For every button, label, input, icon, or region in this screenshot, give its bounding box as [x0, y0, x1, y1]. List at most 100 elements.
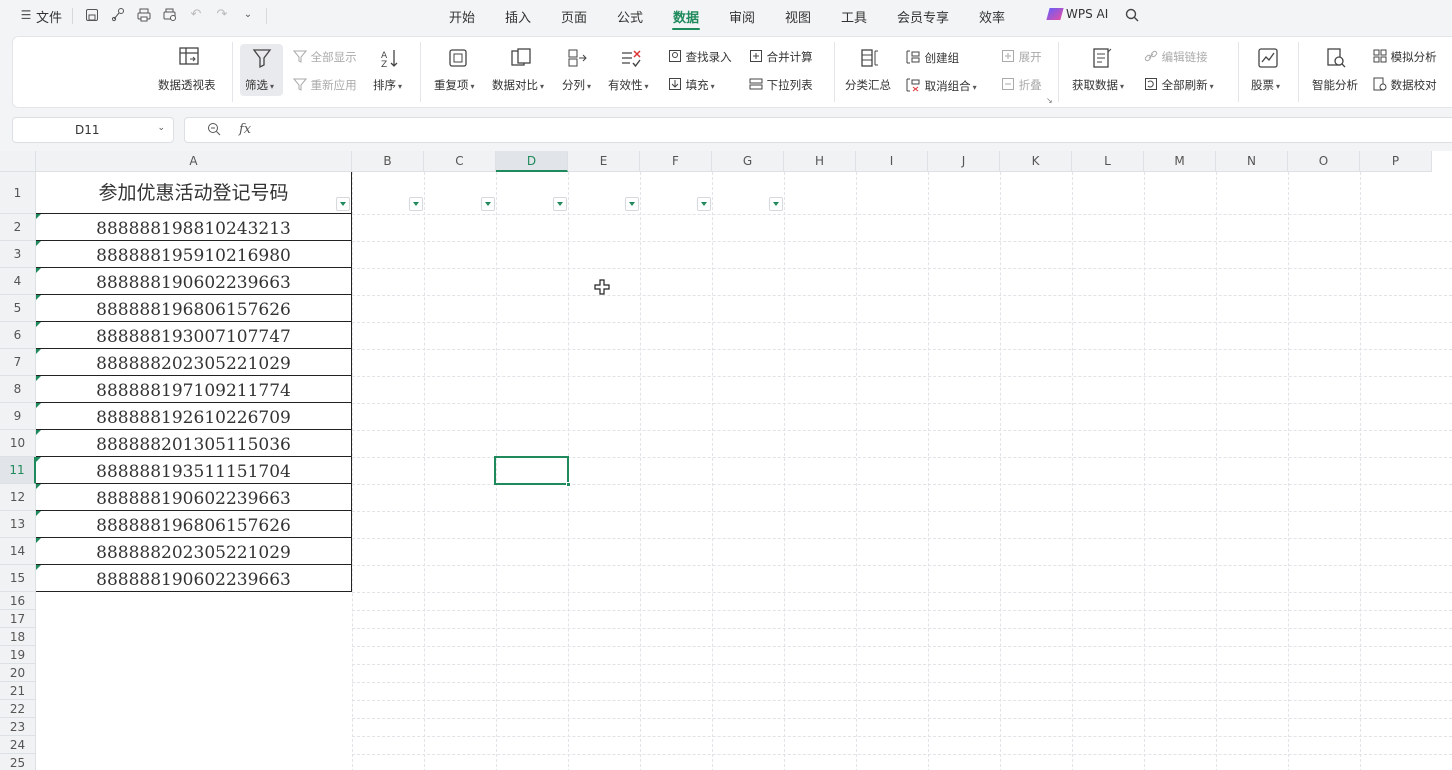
- pivot-table-label[interactable]: 数据透视表: [158, 77, 216, 93]
- row-header-21[interactable]: 21: [0, 682, 36, 700]
- row-header-11[interactable]: 11: [0, 457, 36, 484]
- filter-dropdown-f[interactable]: [697, 197, 711, 211]
- split-button[interactable]: [566, 47, 590, 71]
- column-header-a[interactable]: A: [36, 151, 352, 172]
- wps-ai-button[interactable]: WPS AI: [1046, 7, 1108, 21]
- cell-a6[interactable]: 888888193007107747: [36, 322, 352, 349]
- smart-analysis-button[interactable]: [1324, 47, 1348, 71]
- menu-member[interactable]: 会员专享: [897, 7, 949, 26]
- column-header-c[interactable]: C: [424, 151, 496, 172]
- search-icon[interactable]: [1124, 7, 1140, 23]
- sort-label[interactable]: 排序 ▾: [373, 77, 402, 93]
- row-header-23[interactable]: 23: [0, 718, 36, 736]
- cell-a9[interactable]: 888888192610226709: [36, 403, 352, 430]
- stocks-button[interactable]: [1256, 47, 1280, 71]
- selected-cell-d11[interactable]: [494, 456, 571, 487]
- column-header-k[interactable]: K: [1000, 151, 1072, 172]
- row-header-8[interactable]: 8: [0, 376, 36, 403]
- column-header-o[interactable]: O: [1288, 151, 1360, 172]
- cell-a5[interactable]: 888888196806157626: [36, 295, 352, 322]
- compare-button[interactable]: [509, 47, 533, 71]
- column-header-p[interactable]: P: [1360, 151, 1432, 172]
- row-header-5[interactable]: 5: [0, 295, 36, 322]
- column-header-b[interactable]: B: [352, 151, 424, 172]
- column-header-h[interactable]: H: [784, 151, 856, 172]
- create-group-button[interactable]: 创建组: [905, 49, 959, 66]
- filter-dropdown-c[interactable]: [481, 197, 495, 211]
- row-header-16[interactable]: 16: [0, 592, 36, 610]
- filter-dropdown-d[interactable]: [553, 197, 567, 211]
- group-settings-icon[interactable]: ↘: [1046, 96, 1053, 105]
- column-header-j[interactable]: J: [928, 151, 1000, 172]
- menu-insert[interactable]: 插入: [505, 7, 531, 26]
- undo-icon[interactable]: ↶: [188, 7, 204, 23]
- row-header-1[interactable]: 1: [0, 172, 36, 214]
- column-header-n[interactable]: N: [1216, 151, 1288, 172]
- cell-a13[interactable]: 888888196806157626: [36, 511, 352, 538]
- edit-links-button[interactable]: 编辑链接: [1144, 49, 1208, 65]
- worksheet-grid[interactable]: A B C D E F G H I J K L M N O P 1 2 3 4 5 6 7 8 9 10 11 12 13 14 15 16 1…: [0, 151, 1452, 770]
- dropdown-list-button[interactable]: 下拉列表: [749, 77, 813, 93]
- fill-button[interactable]: 填充 ▾: [668, 77, 715, 93]
- validity-button[interactable]: [619, 47, 643, 71]
- verify-button[interactable]: 数据校对: [1373, 77, 1437, 93]
- menu-start[interactable]: 开始: [449, 7, 475, 26]
- compare-label[interactable]: 数据对比 ▾: [492, 77, 544, 93]
- menu-view[interactable]: 视图: [785, 7, 811, 26]
- fill-handle[interactable]: [566, 482, 571, 487]
- column-header-f[interactable]: F: [640, 151, 712, 172]
- validity-label[interactable]: 有效性 ▾: [608, 77, 649, 93]
- split-label[interactable]: 分列 ▾: [562, 77, 591, 93]
- pivot-table-button[interactable]: [176, 45, 202, 75]
- row-header-15[interactable]: 15: [0, 565, 36, 592]
- filter-label[interactable]: 筛选 ▾: [245, 77, 274, 93]
- reapply-button[interactable]: 重新应用: [292, 77, 357, 93]
- chevron-down-icon[interactable]: ⌄: [157, 123, 165, 133]
- column-header-l[interactable]: L: [1072, 151, 1144, 172]
- cell-a2[interactable]: 888888198810243213: [36, 214, 352, 241]
- row-header-18[interactable]: 18: [0, 628, 36, 646]
- filter-dropdown-e[interactable]: [625, 197, 639, 211]
- row-header-2[interactable]: 2: [0, 214, 36, 241]
- cell-a4[interactable]: 888888190602239663: [36, 268, 352, 295]
- show-all-button[interactable]: 全部显示: [292, 49, 357, 65]
- zoom-icon[interactable]: [207, 122, 221, 140]
- name-box[interactable]: D11 ⌄: [12, 117, 174, 143]
- select-all-corner[interactable]: [0, 151, 36, 172]
- cell-a7[interactable]: 888888202305221029: [36, 349, 352, 376]
- cell-a11[interactable]: 888888193511151704: [36, 457, 352, 484]
- save-icon[interactable]: [84, 7, 100, 23]
- row-header-19[interactable]: 19: [0, 646, 36, 664]
- formula-bar[interactable]: fx: [184, 117, 1452, 143]
- row-header-22[interactable]: 22: [0, 700, 36, 718]
- smart-analysis-label[interactable]: 智能分析: [1312, 77, 1358, 93]
- duplicates-button[interactable]: [446, 47, 470, 71]
- cell-a12[interactable]: 888888190602239663: [36, 484, 352, 511]
- filter-dropdown-g[interactable]: [769, 197, 783, 211]
- ungroup-button[interactable]: 取消组合 ▾: [905, 77, 977, 94]
- menu-formula[interactable]: 公式: [617, 7, 643, 26]
- row-header-6[interactable]: 6: [0, 322, 36, 349]
- column-header-i[interactable]: I: [856, 151, 928, 172]
- row-header-3[interactable]: 3: [0, 241, 36, 268]
- cell-a15[interactable]: 888888190602239663: [36, 565, 352, 592]
- row-header-4[interactable]: 4: [0, 268, 36, 295]
- duplicates-label[interactable]: 重复项 ▾: [434, 77, 475, 93]
- get-data-label[interactable]: 获取数据 ▾: [1072, 77, 1124, 93]
- collapse-button[interactable]: 折叠: [1001, 77, 1042, 93]
- sort-button[interactable]: AZ: [378, 47, 402, 71]
- column-header-g[interactable]: G: [712, 151, 784, 172]
- redo-icon[interactable]: ↷: [214, 7, 230, 23]
- print-icon[interactable]: [136, 7, 152, 23]
- expand-button[interactable]: 展开: [1001, 49, 1042, 65]
- chevron-down-icon[interactable]: ⌄: [240, 7, 256, 23]
- menu-tools[interactable]: 工具: [841, 7, 867, 26]
- fx-icon[interactable]: fx: [239, 122, 251, 137]
- menu-data[interactable]: 数据: [673, 7, 699, 26]
- simulate-button[interactable]: 模拟分析: [1373, 49, 1437, 65]
- column-header-d[interactable]: D: [496, 151, 568, 172]
- row-header-25[interactable]: 25: [0, 754, 36, 770]
- row-header-10[interactable]: 10: [0, 430, 36, 457]
- row-header-9[interactable]: 9: [0, 403, 36, 430]
- hamburger-icon[interactable]: ☰: [18, 7, 34, 23]
